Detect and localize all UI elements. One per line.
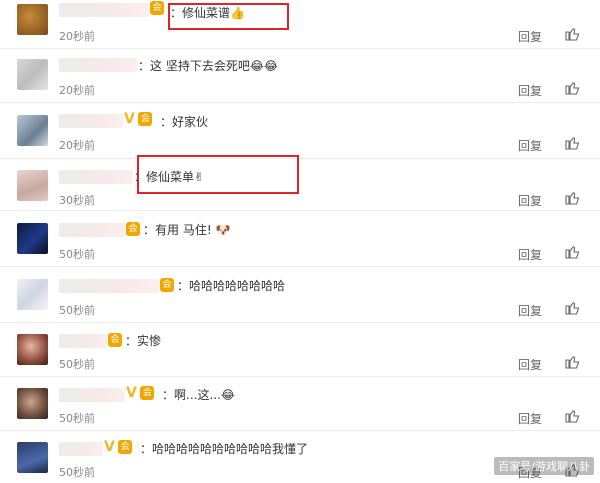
reply-button[interactable]: 回复 [518,82,542,99]
comment-row: V 会 ：啊...这...😂 50秒前 回复 [0,376,600,431]
username[interactable] [59,388,125,402]
watermark: 百家号/游戏聊八卦 [494,457,594,475]
comment-time: 20秒前 [59,30,95,43]
username[interactable] [59,334,107,348]
vip-icon: 会 [138,112,153,126]
verified-v-icon: V [104,439,115,455]
avatar[interactable] [17,115,48,146]
avatar[interactable] [17,59,48,90]
comment-row: V 会 ：好家伙 20秒前 回复 [0,102,600,159]
reply-button[interactable]: 回复 [518,137,542,154]
avatar[interactable] [17,279,48,310]
comment-row: 会 ：有用 马住! 🐶 50秒前 回复 [0,210,600,267]
avatar[interactable] [17,4,48,35]
reply-button[interactable]: 回复 [518,302,542,319]
vip-icon: 会 [126,222,140,236]
username[interactable] [59,279,159,293]
highlight-box [137,155,299,194]
username[interactable] [59,58,137,72]
comment-time: 50秒前 [59,358,95,371]
member-badge: 会 [150,1,164,15]
vip-icon: 会 [160,278,174,292]
thumbs-up-icon[interactable] [564,407,580,423]
comment-row: 会 ：哈哈哈哈哈哈哈哈 50秒前 回复 [0,266,600,323]
member-badge: 会 [160,278,174,292]
verified-badge: V 会 [104,439,133,455]
username[interactable] [59,442,103,456]
reply-button[interactable]: 回复 [518,246,542,263]
thumbs-up-icon[interactable] [564,79,580,95]
thumbs-up-icon[interactable] [564,299,580,315]
verified-v-icon: V [126,385,137,401]
comment-row: 会 ：修仙菜谱👍 20秒前 回复 [0,0,600,49]
comment-text: ：哈哈哈哈哈哈哈哈 [177,279,286,293]
comment-row: ：修仙菜单✌ 30秒前 回复 [0,158,600,211]
username[interactable] [59,170,133,184]
avatar[interactable] [17,442,48,473]
comment-time: 50秒前 [59,304,95,317]
reply-button[interactable]: 回复 [518,28,542,45]
username[interactable] [59,3,149,17]
reply-button[interactable]: 回复 [518,192,542,209]
comment-time: 50秒前 [59,466,95,479]
verified-v-icon: V [124,111,135,127]
vip-icon: 会 [140,386,155,400]
comment-time: 50秒前 [59,248,95,261]
thumbs-up-icon[interactable] [564,243,580,259]
thumbs-up-icon[interactable] [564,353,580,369]
member-badge: 会 [108,333,122,347]
thumbs-up-icon[interactable] [564,189,580,205]
verified-badge: V 会 [126,385,155,401]
laughing-emoji: 😂 [220,388,235,402]
comment-text: ：哈哈哈哈哈哈哈哈哈哈我懂了 [140,442,309,456]
comment-text: ：这 坚持下去会死吧😂😂 [138,59,278,73]
comment-text: ：啊...这...😂 [162,388,235,402]
doge-emoji: 🐶 [215,223,231,237]
avatar[interactable] [17,334,48,365]
vip-icon: 会 [150,1,164,15]
comment-text: ：好家伙 [160,115,209,129]
comment-text: ：实惨 [125,334,162,348]
comment-text: ：有用 马住! 🐶 [143,223,231,237]
avatar[interactable] [17,223,48,254]
thumbs-up-icon[interactable] [564,134,580,150]
vip-icon: 会 [118,440,133,454]
username[interactable] [59,223,125,237]
avatar[interactable] [17,388,48,419]
highlight-box [168,3,289,30]
thumbs-up-icon[interactable] [564,25,580,41]
comment-time: 50秒前 [59,412,95,425]
comment-time: 20秒前 [59,84,95,97]
comment-row: ：这 坚持下去会死吧😂😂 20秒前 回复 [0,48,600,103]
verified-badge: V 会 [124,111,153,127]
avatar[interactable] [17,170,48,201]
comment-time: 20秒前 [59,139,95,152]
username[interactable] [59,114,123,128]
member-badge: 会 [126,222,140,236]
reply-button[interactable]: 回复 [518,356,542,373]
comment-row: 会 ：实惨 50秒前 回复 [0,322,600,377]
vip-icon: 会 [108,333,122,347]
laughing-emoji: 😂😂 [249,59,278,73]
reply-button[interactable]: 回复 [518,410,542,427]
comment-time: 30秒前 [59,194,95,207]
